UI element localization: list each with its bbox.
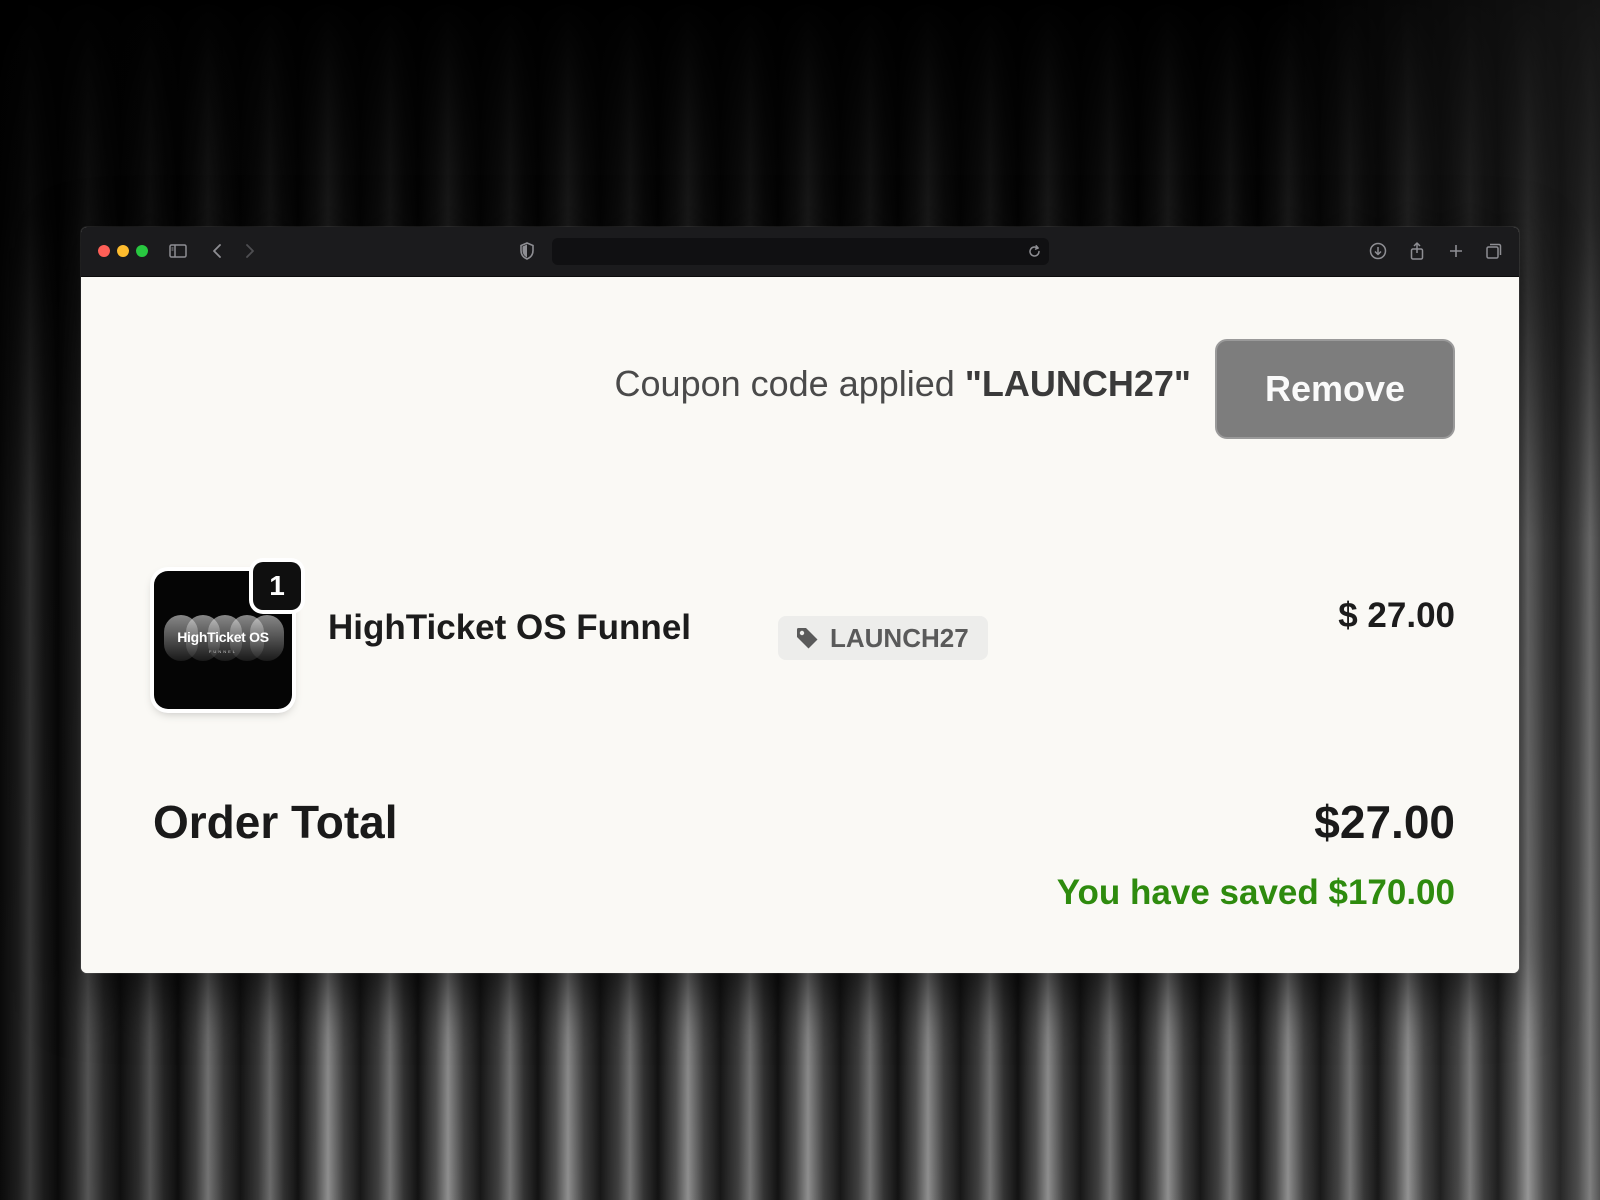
thumbnail-brand-text: HighTicket OS (177, 629, 269, 645)
coupon-applied-message: Coupon code applied "LAUNCH27" (615, 363, 1191, 405)
order-total-label: Order Total (153, 796, 398, 848)
close-window-button[interactable] (98, 245, 110, 257)
tabs-overview-icon[interactable] (1483, 240, 1505, 262)
tag-icon (794, 625, 820, 651)
forward-icon[interactable] (238, 240, 260, 262)
browser-toolbar (81, 227, 1519, 277)
remove-coupon-button[interactable]: Remove (1215, 339, 1455, 439)
thumbnail-subtext: FUNNEL (208, 649, 237, 654)
coupon-tag-label: LAUNCH27 (830, 622, 969, 653)
shield-icon[interactable] (516, 240, 538, 262)
order-total-value: $27.00 (1314, 796, 1455, 848)
savings-message: You have saved $170.00 (1056, 873, 1455, 912)
coupon-applied-code: "LAUNCH27" (964, 363, 1191, 404)
sidebar-icon[interactable] (167, 240, 189, 262)
quantity-badge: 1 (253, 562, 301, 610)
browser-window: Coupon code applied "LAUNCH27" Remove Hi… (81, 227, 1519, 973)
checkout-summary: Coupon code applied "LAUNCH27" Remove Hi… (81, 277, 1519, 973)
back-icon[interactable] (207, 240, 229, 262)
address-bar[interactable] (552, 238, 1049, 265)
item-price: $ 27.00 (1338, 596, 1455, 635)
coupon-tag: LAUNCH27 (778, 616, 988, 660)
share-icon[interactable] (1406, 240, 1428, 262)
reload-icon[interactable] (1026, 243, 1043, 260)
product-name: HighTicket OS Funnel (328, 608, 692, 647)
new-tab-icon[interactable] (1445, 240, 1467, 262)
coupon-applied-label: Coupon code applied (614, 363, 955, 404)
minimize-window-button[interactable] (117, 245, 129, 257)
download-icon[interactable] (1367, 240, 1389, 262)
zoom-window-button[interactable] (136, 245, 148, 257)
